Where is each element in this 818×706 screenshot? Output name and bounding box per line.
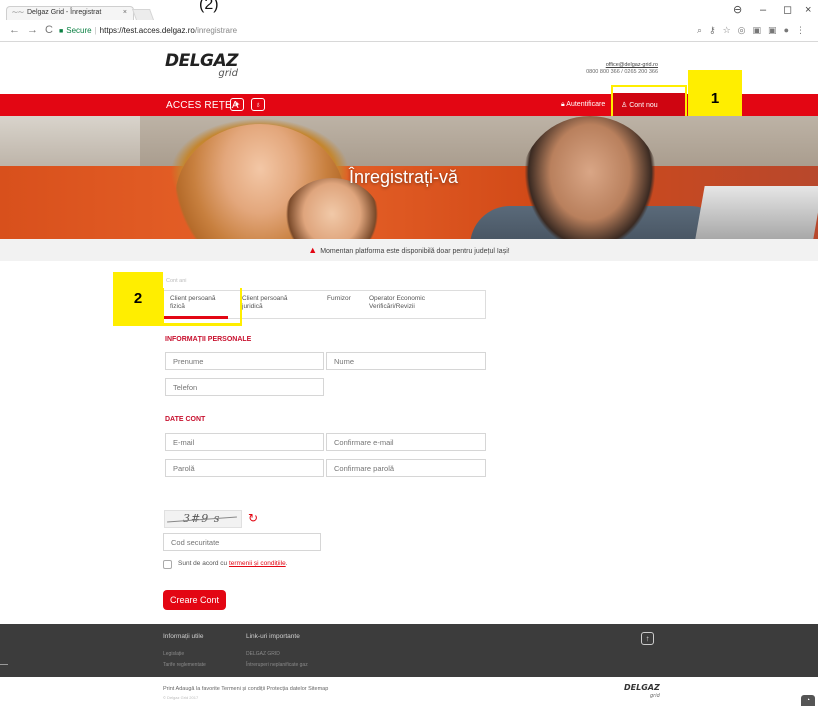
footer-side-line [0,664,8,665]
footer-bottom: Print Adaugă la favorite Termeni și cond… [0,677,818,706]
forward-icon[interactable]: → [27,24,38,36]
annotation-highlight-2-line [162,323,242,326]
contact-info: office@delgaz-grid.ro 0800 800 366 / 026… [586,62,658,76]
gas-flame-icon[interactable]: ♁ [251,98,265,111]
security-code-input[interactable] [163,533,321,551]
account-data-heading: DATE CONT [165,416,206,423]
create-account-button[interactable]: Creare Cont [163,590,226,610]
account-type-label: Cont ani [166,278,187,284]
reload-icon[interactable]: C [45,24,53,36]
footer-bottom-links[interactable]: Print Adaugă la favorite Termeni și cond… [163,686,328,692]
tab-economic-operator[interactable]: Operator Economic Verificări/Revizii [369,295,469,311]
hero-tablet [695,186,818,239]
extension-icon[interactable]: ● [784,25,796,35]
url-path: /inregistrare [194,26,238,35]
hero-person-father [520,116,660,239]
maximize-button[interactable]: ◻ [783,4,792,16]
footer-link-legislation[interactable]: Legislație [163,651,184,657]
site-footer: Informații utile Legislație Tarife regle… [0,624,818,677]
hero-banner: Înregistrați-vă [0,116,818,239]
page-title: Înregistrați-vă [349,167,459,187]
terms-suffix: . [285,560,288,567]
footer-link-outages[interactable]: Întreruperi neplanificate gaz [246,662,308,668]
scroll-to-top-icon[interactable]: ↑ [641,632,654,645]
star-icon[interactable]: ☆ [723,25,738,35]
phone-input[interactable] [165,378,324,396]
footer-logo-main: DELGAZ [624,683,660,692]
refresh-captcha-icon[interactable]: ↻ [248,511,258,525]
extension-icon[interactable]: ▣ [753,25,769,35]
lock-icon: 🔒︎ [561,101,565,108]
terms-text: Sunt de acord cu termenii și condițiile. [178,560,288,567]
first-name-input[interactable] [165,352,324,370]
tab-supplier[interactable]: Furnizor [327,295,362,303]
contact-email-link[interactable]: office@delgaz-grid.ro [586,62,658,69]
delgaz-logo[interactable]: DELGAZ grid [165,53,239,79]
captcha-image: 3#9 s [164,510,242,528]
availability-notice: ▲ Momentan platforma este disponibilă doa… [0,239,818,261]
contact-phone: 0800 800 366 / 0265 200 366 [586,69,658,75]
chat-icon[interactable]: ◔ [801,695,815,706]
footer-link-delgaz-grid[interactable]: DELGAZ GRID [246,651,280,657]
electricity-icon[interactable]: ✦ [230,98,244,111]
email-input[interactable] [165,433,324,451]
password-input[interactable] [165,459,324,477]
back-icon[interactable]: ← [9,24,20,36]
terms-checkbox[interactable] [163,560,172,569]
browser-tabbar: ⁓⁓ Delgaz Grid - Înregistrat × (2) ⊖ – ◻ … [0,0,818,20]
menu-icon[interactable]: ⋮ [796,25,812,35]
terms-prefix: Sunt de acord cu [178,560,228,567]
url-input[interactable]: ■ Secure | https://test.acces.delgaz.ro/inr… [59,23,681,38]
notice-text: Momentan platforma este disponibilă doar… [320,248,510,255]
tab-legal-client[interactable]: Client persoană juridică [242,295,302,311]
extension-icon[interactable]: ▣ [768,25,784,35]
footer-logo-sub: grid [649,693,660,699]
lock-icon: ■ [59,28,64,35]
login-link[interactable]: 🔒︎ Autentificare [561,101,605,109]
browser-tab[interactable]: ⁓⁓ Delgaz Grid - Înregistrat × [6,6,134,20]
zoom-icon[interactable]: ⌕ [697,25,709,35]
terms-link[interactable]: termenii și condițiile [229,560,286,567]
footer-important-links-heading: Link-uri importante [246,633,300,640]
annotation-step-label: (2) [199,0,219,13]
footer-link-tariffs[interactable]: Tarife reglementate [163,662,206,668]
secure-label: Secure [66,26,92,35]
footer-logo[interactable]: DELGAZ grid [624,684,660,700]
login-label: Autentificare [566,101,606,108]
site-favicon-icon: ⁓⁓ [12,10,24,16]
nav-brand[interactable]: ACCES REȚEA [166,100,239,111]
key-icon[interactable]: ⚷ [709,25,723,35]
email-confirm-input[interactable] [326,433,486,451]
annotation-highlight-2 [162,288,242,326]
personal-info-heading: INFORMAȚII PERSONALE [165,336,252,343]
extension-icons[interactable]: ⌕⚷☆◎▣▣●⋮ [697,25,812,36]
profile-icon[interactable]: ⊖ [733,4,742,16]
new-tab-button[interactable] [131,9,155,20]
extension-icon[interactable]: ◎ [738,25,753,35]
copyright: © Delgaz Grid 2017 [163,695,199,700]
url-separator: | [94,26,97,35]
password-confirm-input[interactable] [326,459,486,477]
close-window-button[interactable]: × [805,4,811,16]
warning-icon: ▲ [308,245,318,255]
url-host: https://test.acces.delgaz.ro [99,26,195,35]
address-bar-row: ← → C ■ Secure | https://test.acces.delgaz.… [0,20,818,42]
minimize-button[interactable]: – [760,4,766,16]
annotation-marker-2: 2 [113,272,163,326]
footer-useful-info-heading: Informații utile [163,633,204,640]
last-name-input[interactable] [326,352,486,370]
tab-close-icon[interactable]: × [123,7,127,19]
tab-title: Delgaz Grid - Înregistrat [27,9,102,16]
